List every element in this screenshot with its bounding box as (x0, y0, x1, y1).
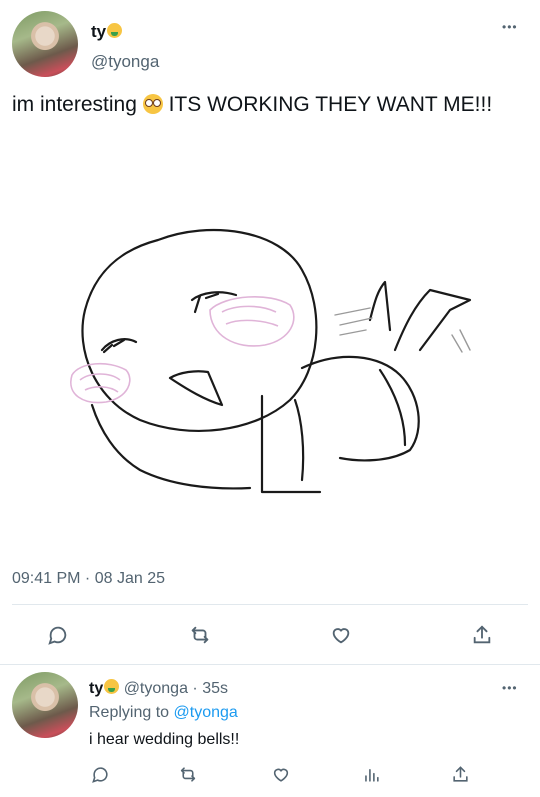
retweet-icon[interactable] (186, 621, 214, 649)
replying-to-prefix: Replying to (89, 704, 170, 721)
reply-retweet-icon[interactable] (176, 762, 200, 786)
more-options-icon[interactable]: ••• (502, 20, 518, 34)
divider (0, 664, 540, 665)
replying-to-handle[interactable]: @tyonga (174, 704, 238, 721)
divider (12, 604, 528, 605)
reply-avatar[interactable] (12, 672, 78, 738)
reply-like-icon[interactable] (269, 762, 293, 786)
avatar[interactable] (12, 11, 78, 77)
leg-1 (368, 280, 392, 332)
replying-to: Replying to @tyonga (89, 704, 238, 722)
tweet-text-end: ITS WORKING THEY WANT ME!!! (168, 93, 493, 116)
leg-2 (393, 288, 472, 352)
reply-text: i hear wedding bells!! (89, 731, 240, 748)
tweet-text: im interesting ITS WORKING THEY WANT ME!… (12, 93, 492, 117)
motion-lines (334, 307, 471, 353)
arm-inner (293, 398, 305, 482)
reply-handle[interactable]: @tyonga (124, 680, 188, 697)
reply-icon[interactable] (44, 621, 72, 649)
reply-more-options-icon[interactable]: ••• (502, 681, 518, 695)
tweet-text-start: im interesting (12, 93, 137, 116)
tweet-image-drawing[interactable] (40, 200, 500, 530)
display-name-text: ty (91, 22, 107, 41)
body (300, 355, 420, 462)
reply-time[interactable]: · 35s (192, 680, 228, 697)
reply-share-icon[interactable] (448, 762, 472, 786)
arm (260, 394, 322, 494)
money-mouth-emoji-icon (104, 679, 120, 694)
money-mouth-emoji-icon (107, 23, 123, 38)
left-blush (70, 362, 131, 404)
hand (90, 403, 252, 490)
user-handle[interactable]: @tyonga (91, 52, 159, 72)
reply-header: ty @tyonga · 35s (89, 679, 228, 698)
reply-reply-icon[interactable] (88, 762, 112, 786)
share-icon[interactable] (468, 621, 496, 649)
reply-display-name[interactable]: ty (89, 680, 103, 697)
tweet-timestamp[interactable]: 09:41 PM · 08 Jan 25 (12, 570, 165, 588)
right-blush (209, 296, 295, 347)
head-outline (81, 228, 318, 432)
display-name[interactable]: ty (91, 22, 123, 42)
like-icon[interactable] (327, 621, 355, 649)
leg-3 (378, 368, 407, 447)
mouth (168, 370, 224, 407)
reply-views-icon[interactable] (359, 762, 383, 786)
flushed-face-emoji-icon (142, 94, 163, 114)
